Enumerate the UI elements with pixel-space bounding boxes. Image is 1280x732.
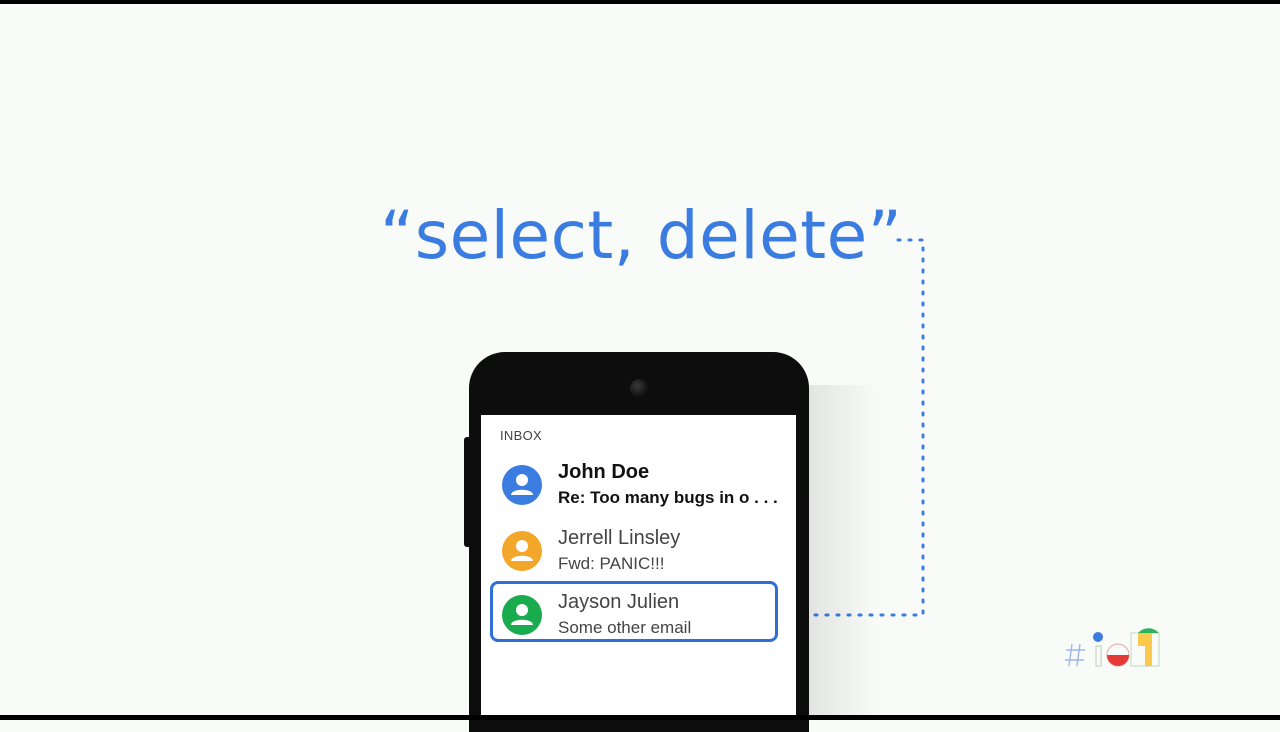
person-icon	[502, 531, 542, 571]
email-subject: Re: Too many bugs in o . . .	[558, 488, 778, 507]
letterbox-top	[0, 0, 1280, 4]
email-sender: Jayson Julien	[558, 591, 680, 613]
email-item-john-doe[interactable]: John Doe Re: Too many bugs in o . . .	[481, 457, 796, 519]
email-sender: Jerrell Linsley	[558, 527, 681, 549]
camera-icon	[630, 379, 648, 397]
phone-screen: INBOX John Doe Re: Too many bugs in o . …	[481, 415, 796, 720]
email-item-jerrell-linsley[interactable]: Jerrell Linsley Fwd: PANIC!!!	[481, 523, 796, 585]
inbox-label: INBOX	[500, 428, 542, 443]
google-io-logo	[1065, 628, 1160, 667]
email-subject: Fwd: PANIC!!!	[558, 554, 665, 573]
email-item-jayson-julien[interactable]: Jayson Julien Some other email	[481, 587, 796, 649]
letterbox-bottom	[0, 715, 1280, 720]
email-sender: John Doe	[558, 461, 650, 483]
voice-command-quote: “select, delete”	[380, 197, 903, 274]
email-subject: Some other email	[558, 618, 692, 637]
person-icon	[502, 465, 542, 505]
phone-shadow	[800, 385, 880, 715]
person-icon	[502, 595, 542, 635]
